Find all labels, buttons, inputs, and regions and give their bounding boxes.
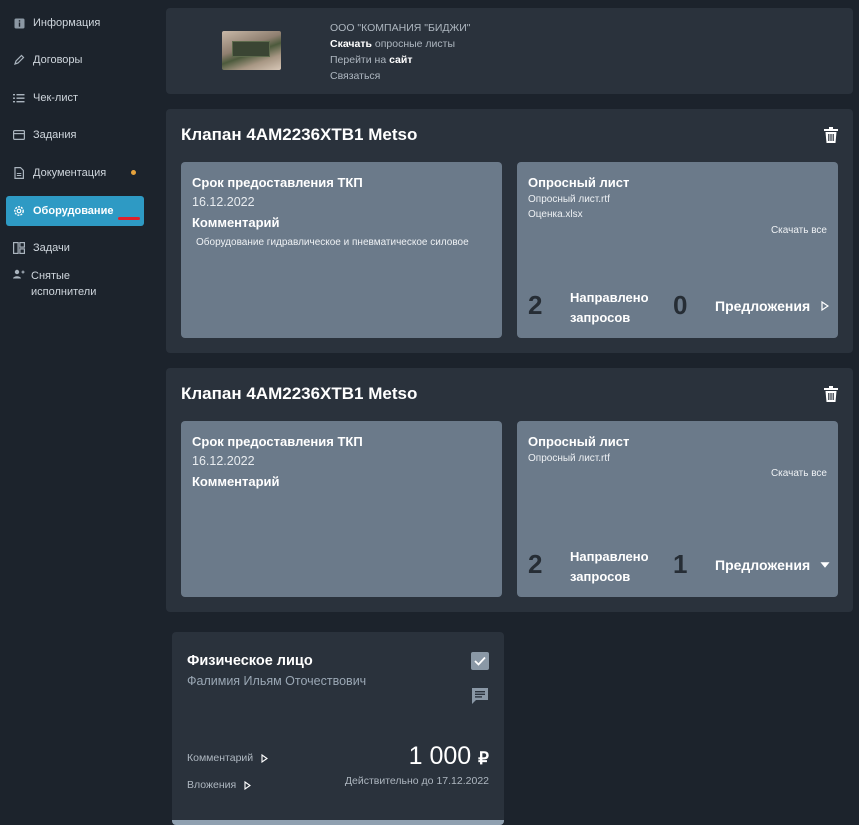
comment-text: Оборудование гидравлическое и пневматиче…: [196, 237, 469, 248]
download-all-link[interactable]: Скачать все: [771, 225, 827, 236]
sidebar: Информация Договоры Чек-лист Задания Док…: [0, 0, 150, 825]
sidebar-item-label: Чек-лист: [33, 92, 79, 104]
price-value: 1 000: [408, 742, 472, 770]
equipment-title: Клапан 4АМ2236ХТВ1 Metso: [181, 384, 418, 403]
comment-toggle[interactable]: Комментарий: [187, 752, 269, 764]
contact-link[interactable]: Связаться: [330, 68, 470, 84]
questionnaire-label: Опросный лист: [528, 175, 630, 190]
building-shape: [232, 41, 270, 57]
sidebar-item-label: Задания: [33, 129, 77, 141]
sidebar-item-equipment[interactable]: Оборудование: [6, 196, 144, 226]
sidebar-item-label: Договоры: [33, 54, 83, 66]
sent-label-line: Направлено: [570, 290, 649, 305]
triangle-down-icon[interactable]: [820, 560, 830, 570]
company-name: ООО "КОМПАНИЯ "БИДЖИ": [330, 22, 471, 34]
info-icon: [13, 17, 25, 29]
active-underline: [118, 217, 140, 220]
sidebar-item-info[interactable]: Информация: [6, 8, 144, 38]
sidebar-item-label: Оборудование: [33, 205, 114, 217]
sent-count: 2: [528, 290, 543, 320]
equipment-title: Клапан 4АМ2236ХТВ1 Metso: [181, 125, 418, 144]
comment-icon[interactable]: [471, 687, 489, 705]
offers-label[interactable]: Предложения: [715, 557, 810, 573]
board-icon: [13, 242, 25, 254]
download-link-bold[interactable]: Скачать: [330, 38, 372, 50]
site-link[interactable]: сайт: [389, 54, 412, 66]
equipment-panel: Клапан 4АМ2236ХТВ1 Metso Срок предоставл…: [166, 109, 853, 353]
deadline-value: 16.12.2022: [192, 195, 255, 209]
offer-title: Физическое лицо: [187, 653, 313, 669]
file-link[interactable]: Опросный лист.rtf: [528, 453, 610, 464]
company-image[interactable]: [222, 31, 281, 70]
deadline-card: Срок предоставления ТКП 16.12.2022 Комме…: [181, 421, 502, 597]
sidebar-item-tasks[interactable]: Задачи: [6, 233, 144, 263]
equipment-panel: Клапан 4АМ2236ХТВ1 Metso Срок предоставл…: [166, 368, 853, 612]
trash-icon[interactable]: [824, 127, 838, 143]
sidebar-item-documentation[interactable]: Документация: [6, 158, 144, 188]
offers-label[interactable]: Предложения: [715, 298, 810, 314]
offers-count: 1: [673, 549, 688, 579]
comment-toggle-label[interactable]: Комментарий: [187, 752, 253, 764]
play-outline-icon[interactable]: [820, 301, 830, 311]
questionnaire-card: Опросный лист Опросный лист.rtf Скачать …: [517, 421, 838, 597]
offers-toggle[interactable]: Предложения: [715, 557, 830, 573]
offer-price: 1 000 ₽: [409, 742, 489, 771]
questionnaire-card: Опросный лист Опросный лист.rtf Оценка.x…: [517, 162, 838, 338]
goto-prefix: Перейти на: [330, 54, 390, 66]
company-card: ООО "КОМПАНИЯ "БИДЖИ" Скачать опросные л…: [166, 8, 853, 94]
notification-dot: [131, 170, 136, 175]
user-remove-icon: [13, 268, 25, 284]
play-outline-icon[interactable]: [244, 780, 252, 790]
offer-card: Физическое лицо Фалимия Ильям Оточествов…: [172, 632, 504, 825]
gear-icon: [13, 205, 25, 217]
deadline-value: 16.12.2022: [192, 454, 255, 468]
deadline-label: Срок предоставления ТКП: [192, 434, 363, 449]
offers-count: 0: [673, 290, 688, 320]
deadline-card: Срок предоставления ТКП 16.12.2022 Комме…: [181, 162, 502, 338]
sidebar-item-removed-executors[interactable]: Снятые исполнители: [6, 268, 144, 300]
comment-label: Комментарий: [192, 474, 280, 489]
valid-until: Действительно до 17.12.2022: [344, 775, 489, 787]
sidebar-item-tasks-assignments[interactable]: Задания: [6, 120, 144, 150]
attachments-toggle[interactable]: Вложения: [187, 779, 252, 791]
sidebar-item-label: Документация: [33, 167, 107, 179]
card-icon: [13, 129, 25, 141]
sidebar-item-label: Задачи: [33, 242, 70, 254]
card-bottom-strip: [172, 820, 504, 825]
sidebar-item-checklist[interactable]: Чек-лист: [6, 83, 144, 113]
sent-label: Направлено запросов: [570, 288, 649, 328]
sent-label-line: запросов: [570, 569, 631, 584]
sent-label: Направлено запросов: [570, 547, 649, 587]
deadline-label: Срок предоставления ТКП: [192, 175, 363, 190]
file-link[interactable]: Опросный лист.rtf: [528, 194, 610, 205]
play-outline-icon[interactable]: [261, 753, 269, 763]
goto-site-link[interactable]: Перейти на сайт: [330, 52, 470, 68]
offer-person-name: Фалимия Ильям Оточествович: [187, 674, 367, 688]
sent-label-line: Направлено: [570, 549, 649, 564]
offers-toggle[interactable]: Предложения: [715, 298, 830, 314]
download-link-rest[interactable]: опросные листы: [372, 38, 455, 50]
check-icon[interactable]: [471, 652, 489, 670]
sent-count: 2: [528, 549, 543, 579]
checklist-icon: [13, 92, 25, 104]
currency-symbol: ₽: [478, 749, 489, 768]
pen-icon: [13, 54, 25, 66]
sent-label-line: запросов: [570, 310, 631, 325]
company-info: ООО "КОМПАНИЯ "БИДЖИ" Скачать опросные л…: [330, 20, 470, 84]
download-questionnaires-link[interactable]: Скачать опросные листы: [330, 36, 470, 52]
download-all-link[interactable]: Скачать все: [771, 468, 827, 479]
comment-label: Комментарий: [192, 215, 280, 230]
sidebar-item-label: Снятые исполнители: [31, 270, 97, 298]
sidebar-item-contracts[interactable]: Договоры: [6, 45, 144, 75]
document-icon: [13, 167, 25, 179]
attachments-toggle-label[interactable]: Вложения: [187, 779, 236, 791]
questionnaire-label: Опросный лист: [528, 434, 630, 449]
file-link[interactable]: Оценка.xlsx: [528, 209, 583, 220]
trash-icon[interactable]: [824, 386, 838, 402]
sidebar-item-label: Информация: [33, 17, 101, 29]
